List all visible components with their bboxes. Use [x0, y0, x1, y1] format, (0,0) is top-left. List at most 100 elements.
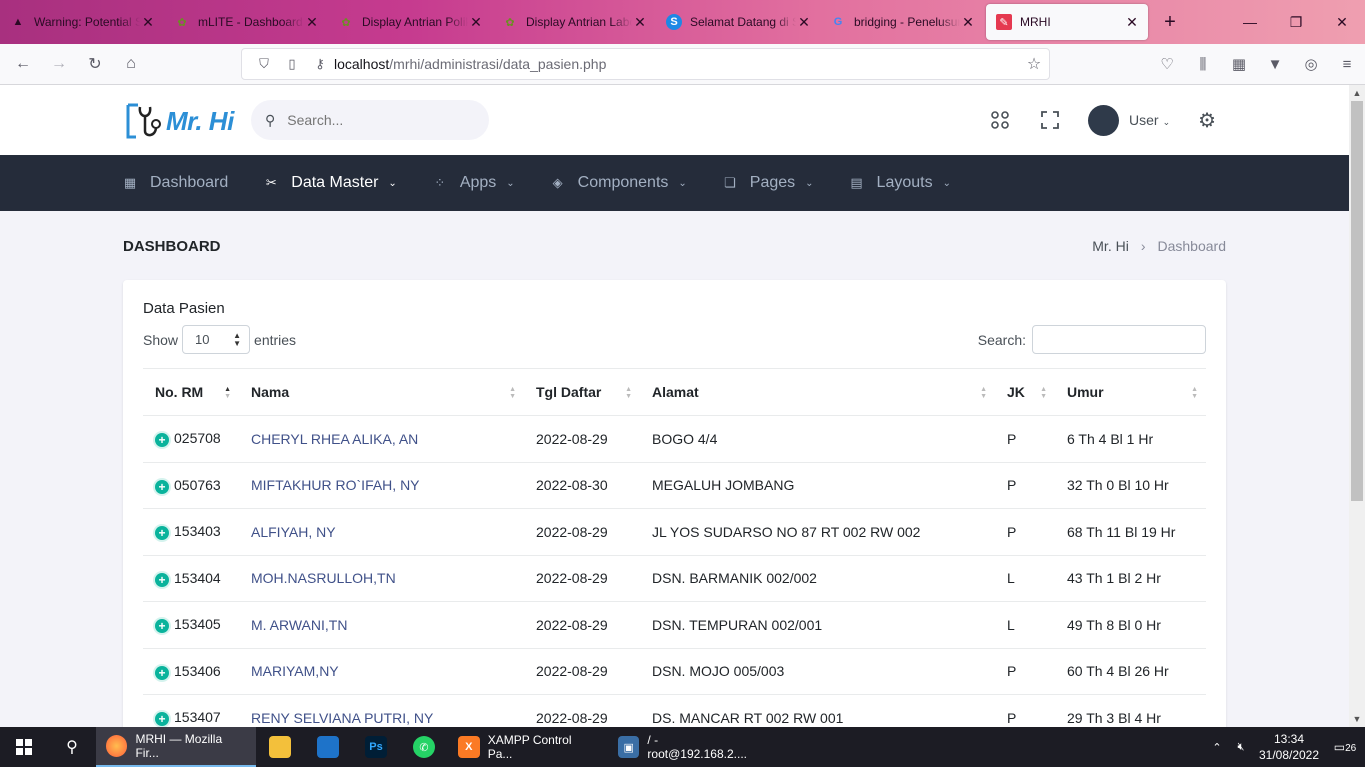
extension-icon[interactable]: ▦ [1221, 48, 1257, 80]
length-control: Show 10 ▲ ▼ entries [143, 325, 296, 354]
taskbar-app-photoshop[interactable]: Ps [352, 727, 400, 767]
cell-tgl: 2022-08-29 [524, 508, 640, 556]
menu-item-apps[interactable]: ⁘ Apps ⌄ [433, 174, 514, 192]
breadcrumb-link[interactable]: Mr. Hi [1092, 238, 1129, 254]
menu-item-pages[interactable]: ❏ Pages ⌄ [723, 174, 814, 192]
expand-row-icon[interactable]: + [155, 619, 169, 634]
close-icon[interactable]: ✕ [140, 14, 156, 31]
taskbar-app-whatsapp[interactable]: ✆ [400, 727, 448, 767]
cell-nama-link[interactable]: CHERYL RHEA ALIKA, AN [239, 415, 524, 463]
search-input[interactable] [287, 112, 468, 128]
table-search-input[interactable] [1032, 325, 1206, 354]
close-window-icon[interactable]: ✕ [1319, 0, 1365, 44]
search-icon[interactable]: ⚲ [48, 727, 96, 767]
restore-icon[interactable]: ❐ [1273, 0, 1319, 44]
expand-row-icon[interactable]: + [155, 572, 169, 587]
logo[interactable]: Mr. Hi [124, 101, 234, 141]
extension-icon[interactable]: ▼ [1257, 48, 1293, 80]
expand-row-icon[interactable]: + [155, 433, 169, 448]
expand-row-icon[interactable]: + [155, 665, 169, 680]
chevron-up-icon[interactable]: ⌃ [1205, 741, 1229, 754]
taskbar-app[interactable] [304, 727, 352, 767]
column-header-no-rm[interactable]: No. RM ▲ ▼ [143, 368, 239, 416]
extension-icon[interactable]: ◎ [1293, 48, 1329, 80]
user-dropdown[interactable]: User ⌄ [1088, 104, 1170, 136]
column-header-nama[interactable]: Nama ▲ ▼ [239, 368, 524, 416]
browser-tab[interactable]: ✿ Display Antrian Laboratorium ✕ [492, 0, 656, 44]
notification-center-icon[interactable]: ▭26 [1325, 740, 1365, 754]
menu-item-data-master[interactable]: ✂ Data Master ⌄ [264, 174, 397, 192]
browser-tab[interactable]: ✿ mLITE - Dashboard ✕ [164, 0, 328, 44]
close-icon[interactable]: ✕ [468, 14, 484, 31]
expand-row-icon[interactable]: + [155, 712, 169, 727]
gear-icon[interactable]: ⚙ [1198, 108, 1222, 133]
browser-tab[interactable]: ✿ Display Antrian Poliklinik ✕ [328, 0, 492, 44]
menu-item-dashboard[interactable]: ▦ Dashboard [123, 174, 228, 192]
menu-icon[interactable]: ≡ [1329, 48, 1365, 80]
bookmark-star-icon[interactable]: ☆ [1019, 54, 1049, 74]
column-header-tgl-daftar[interactable]: Tgl Daftar ▲ ▼ [524, 368, 640, 416]
entries-select[interactable]: 10 ▲ ▼ [182, 325, 251, 354]
cell-umur: 29 Th 3 Bl 4 Hr [1055, 694, 1206, 727]
reload-icon[interactable]: ↻ [77, 48, 113, 80]
taskbar-app-terminal[interactable]: ▣ / - root@192.168.2.... [608, 727, 768, 767]
cell-nama-link[interactable]: ALFIYAH, NY [239, 508, 524, 556]
chevron-down-icon: ⌄ [388, 177, 397, 189]
close-icon[interactable]: ✕ [1124, 14, 1140, 31]
select-arrows-icon: ▲ ▼ [233, 331, 242, 348]
page-scrollbar[interactable]: ▲ ▼ [1349, 85, 1365, 727]
close-icon[interactable]: ✕ [796, 14, 812, 31]
url-bar[interactable]: ⛉ ▯ ⚷ localhost/mrhi/administrasi/data_p… [241, 48, 1050, 80]
scroll-up-icon[interactable]: ▲ [1349, 85, 1365, 101]
permissions-icon[interactable]: ⚷ [306, 56, 334, 72]
library-icon[interactable]: ⫼ [1185, 48, 1221, 80]
clock[interactable]: 13:34 31/08/2022 [1253, 731, 1325, 763]
tab-title: Selamat Datang di SIMRS [690, 15, 796, 29]
menu-item-layouts[interactable]: ▤ Layouts ⌄ [850, 174, 951, 192]
column-header-jk[interactable]: JK ▲ ▼ [995, 368, 1055, 416]
column-header-alamat[interactable]: Alamat ▲ ▼ [640, 368, 995, 416]
cell-alamat: JL YOS SUDARSO NO 87 RT 002 RW 002 [640, 508, 995, 556]
tab-title: Warning: Potential Security Risk Ahead [34, 15, 140, 29]
pocket-icon[interactable]: ♡ [1149, 48, 1185, 80]
forward-icon[interactable]: → [41, 48, 77, 80]
cell-nama-link[interactable]: RENY SELVIANA PUTRI, NY [239, 694, 524, 727]
expand-row-icon[interactable]: + [155, 479, 169, 494]
cell-tgl: 2022-08-29 [524, 694, 640, 727]
cell-no-rm: 153403 [174, 523, 221, 540]
cell-nama-link[interactable]: M. ARWANI,TN [239, 601, 524, 649]
new-tab-button[interactable]: + [1150, 0, 1190, 44]
close-icon[interactable]: ✕ [304, 14, 320, 31]
search-box[interactable]: ⚲ [251, 100, 489, 140]
cell-jk: L [995, 555, 1055, 602]
home-icon[interactable]: ⌂ [113, 48, 149, 80]
browser-tab[interactable]: ▲ Warning: Potential Security Risk Ahead… [0, 0, 164, 44]
shield-icon[interactable]: ⛉ [250, 56, 278, 72]
cell-nama-link[interactable]: MOH.NASRULLOH,TN [239, 555, 524, 602]
browser-tab[interactable]: G bridging - Penelusuran Google ✕ [820, 0, 984, 44]
expand-row-icon[interactable]: + [155, 526, 169, 541]
taskbar-app-xampp[interactable]: X XAMPP Control Pa... [448, 727, 608, 767]
browser-tab-bar: ▲ Warning: Potential Security Risk Ahead… [0, 0, 1365, 44]
windows-start-icon[interactable] [0, 727, 48, 767]
scroll-down-icon[interactable]: ▼ [1349, 711, 1365, 727]
layers-icon: ◈ [552, 175, 563, 190]
back-icon[interactable]: ← [5, 48, 41, 80]
close-icon[interactable]: ✕ [632, 14, 648, 31]
browser-tab-active[interactable]: ✎ MRHI ✕ [986, 4, 1148, 40]
cell-nama-link[interactable]: MARIYAM,NY [239, 648, 524, 695]
page-icon[interactable]: ▯ [278, 56, 306, 72]
browser-tab[interactable]: S Selamat Datang di SIMRS ✕ [656, 0, 820, 44]
apps-grid-icon[interactable] [980, 100, 1020, 140]
taskbar-app-file-explorer[interactable] [256, 727, 304, 767]
close-icon[interactable]: ✕ [960, 14, 976, 31]
taskbar-app-firefox[interactable]: MRHI — Mozilla Fir... [96, 727, 256, 767]
cell-no-rm: 025708 [174, 430, 221, 447]
column-header-umur[interactable]: Umur ▲ ▼ [1055, 368, 1206, 416]
scrollbar-thumb[interactable] [1351, 101, 1363, 501]
volume-muted-icon[interactable]: 🔇︎ [1229, 741, 1253, 754]
menu-item-components[interactable]: ◈ Components ⌄ [551, 174, 687, 192]
cell-nama-link[interactable]: MIFTAKHUR RO`IFAH, NY [239, 462, 524, 509]
minimize-icon[interactable]: — [1227, 0, 1273, 44]
fullscreen-icon[interactable] [1030, 100, 1070, 140]
